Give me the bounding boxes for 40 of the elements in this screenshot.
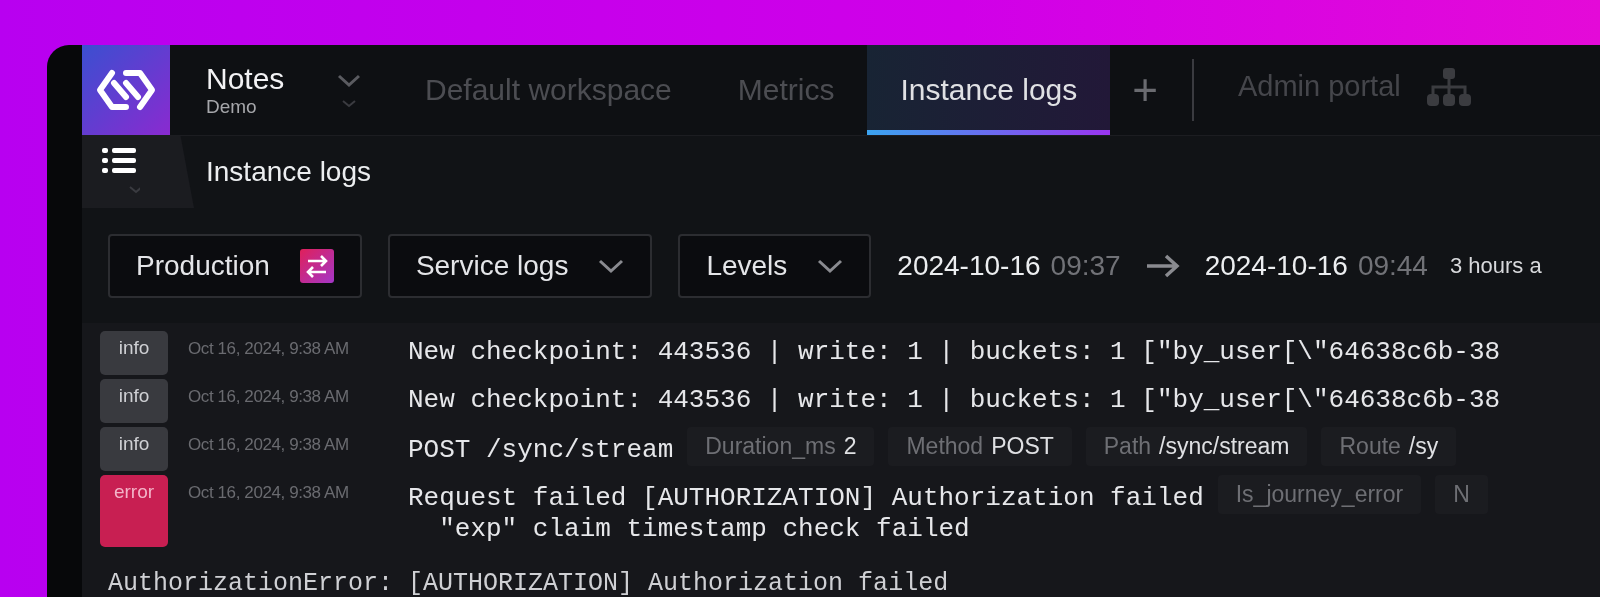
environment-selector[interactable]: Production xyxy=(108,233,362,298)
level-badge: info xyxy=(100,427,168,471)
log-message: POST /sync/stream xyxy=(408,433,674,465)
chevron-down-icon xyxy=(817,257,844,274)
level-badge: info xyxy=(100,379,168,423)
swap-icon xyxy=(299,248,334,283)
log-timestamp: Oct 16, 2024, 9:38 AM xyxy=(188,434,350,455)
log-attribute: Method POST xyxy=(888,427,1072,466)
hierarchy-icon xyxy=(1426,68,1471,106)
log-attribute: N xyxy=(1435,475,1488,514)
arrow-right-icon xyxy=(1144,252,1181,279)
stack-trace: AuthorizationError: [AUTHORIZATION] Authorization failed xyxy=(108,569,950,597)
log-timestamp: Oct 16, 2024, 9:38 AM xyxy=(188,482,350,503)
log-attribute: Is_journey_error xyxy=(1217,475,1422,514)
add-tab-button[interactable]: + xyxy=(1110,45,1180,135)
environment-name: Demo xyxy=(206,96,258,118)
filter-dropdown[interactable]: Service logs xyxy=(387,233,653,298)
list-menu-button[interactable] xyxy=(82,136,194,208)
workspace-name: Notes xyxy=(206,62,286,96)
log-message-continuation: "exp" claim timestamp check failed xyxy=(438,514,971,544)
log-timestamp: Oct 16, 2024, 9:38 AM xyxy=(188,386,350,407)
log-attribute: Path /sync/stream xyxy=(1085,427,1308,466)
relative-time: 3 hours a xyxy=(1449,252,1542,279)
chevron-down-icon xyxy=(598,257,625,274)
level-badge: error xyxy=(100,475,168,547)
log-attribute: Route /sy xyxy=(1321,427,1457,466)
page-title: Instance logs xyxy=(206,156,371,188)
log-message: New checkpoint: 443536 | write: 1 | buckets: 1 ["by_user[\"64638c6b-38 xyxy=(408,384,1501,415)
start-time: 09:37 xyxy=(1050,249,1121,282)
tab[interactable]: Instance logs xyxy=(867,45,1111,135)
level-badge: info xyxy=(100,331,168,375)
end-time: 09:44 xyxy=(1357,249,1428,282)
log-message: Request failed [AUTHORIZATION] Authorization failed xyxy=(408,481,1204,513)
logo-icon xyxy=(82,45,170,135)
log-timestamp: Oct 16, 2024, 9:38 AM xyxy=(188,338,350,359)
log-message: New checkpoint: 443536 | write: 1 | buckets: 1 ["by_user[\"64638c6b-38 xyxy=(408,336,1501,367)
start-date: 2024-10-16 xyxy=(897,249,1041,282)
end-date: 2024-10-16 xyxy=(1204,249,1348,282)
log-attribute: Duration_ms 2 xyxy=(687,427,875,466)
filter-dropdown[interactable]: Levels xyxy=(678,233,872,298)
